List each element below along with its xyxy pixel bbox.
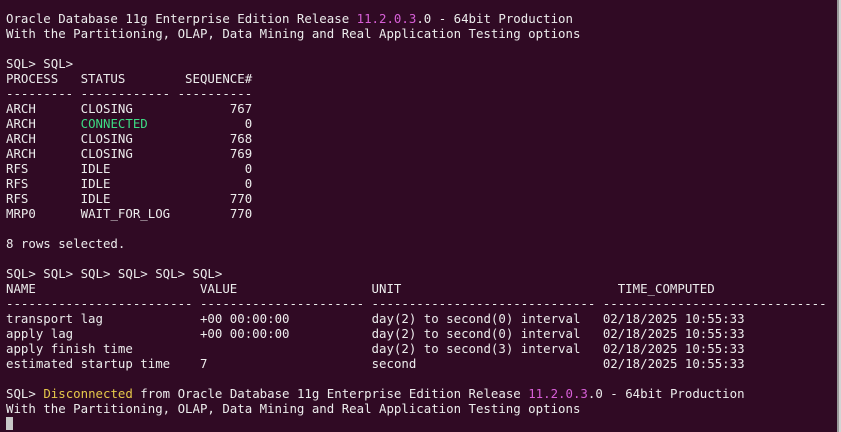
table-row: apply finish time day(2) to second(3) in… [6, 341, 837, 356]
exit-version-number: 11.2.0.3 [528, 386, 588, 401]
value-cell: +00 00:00:00 [199, 311, 290, 326]
sequence-cell: 770 [229, 206, 253, 221]
exit-line-1: SQL> Disconnected from Oracle Database 1… [6, 386, 837, 401]
name-cell: estimated startup time [6, 356, 171, 371]
banner-suffix: .0 - 64bit Production [416, 11, 573, 26]
status-cell: CLOSING [80, 101, 133, 116]
table-row: apply lag +00 00:00:00 day(2) to second(… [6, 326, 837, 341]
result-header-2: NAME VALUE UNIT TIME_COMPUTED [6, 281, 715, 296]
banner-line-2: With the Partitioning, OLAP, Data Mining… [6, 26, 581, 41]
time-cell: 02/18/2025 10:55:33 [602, 326, 745, 341]
table-row: estimated startup time 7 second 02/18/20… [6, 356, 837, 371]
process-cell: ARCH [6, 146, 36, 161]
text-cursor[interactable] [6, 417, 13, 430]
sequence-cell: 0 [244, 116, 253, 131]
value-cell: +00 00:00:00 [199, 326, 290, 341]
sequence-cell: 767 [229, 101, 253, 116]
status-cell: IDLE [80, 191, 111, 206]
rows-selected-footer: 8 rows selected. [6, 236, 126, 251]
status-cell: CONNECTED [80, 116, 148, 131]
table-row: ARCH CLOSING 768 [6, 131, 837, 146]
process-cell: RFS [6, 191, 29, 206]
table-row: ARCH CLOSING 769 [6, 146, 837, 161]
time-cell: 02/18/2025 10:55:33 [602, 356, 745, 371]
time-cell: 02/18/2025 10:55:33 [602, 341, 745, 356]
process-cell: RFS [6, 176, 29, 191]
table-row: RFS IDLE 770 [6, 191, 837, 206]
name-cell: apply finish time [6, 341, 133, 356]
process-cell: ARCH [6, 101, 36, 116]
sql-prompt-exit: SQL> [6, 386, 44, 401]
name-cell: apply lag [6, 326, 74, 341]
banner-text: Oracle Database 11g Enterprise Edition R… [6, 11, 357, 26]
table-row: ARCH CONNECTED 0 [6, 116, 837, 131]
status-cell: CLOSING [80, 131, 133, 146]
cursor-line[interactable] [6, 416, 837, 431]
table-row: RFS IDLE 0 [6, 161, 837, 176]
result-header-1: PROCESS STATUS SEQUENCE# [6, 71, 253, 86]
sequence-cell: 0 [244, 176, 253, 191]
result-separator-2: ------------------------- --------------… [6, 296, 827, 311]
dataguard-stats-table: transport lag +00 00:00:00 day(2) to sec… [6, 311, 837, 371]
process-cell: ARCH [6, 131, 36, 146]
table-row: RFS IDLE 0 [6, 176, 837, 191]
sequence-cell: 768 [229, 131, 253, 146]
unit-cell: day(2) to second(3) interval [371, 341, 581, 356]
unit-cell: day(2) to second(0) interval [371, 326, 581, 341]
status-cell: CLOSING [80, 146, 133, 161]
disconnected-text: Disconnected [43, 386, 133, 401]
name-cell: transport lag [6, 311, 103, 326]
sql-prompt-1: SQL> SQL> [6, 56, 74, 71]
process-cell: RFS [6, 161, 29, 176]
process-cell: MRP0 [6, 206, 36, 221]
unit-cell: second [371, 356, 417, 371]
process-cell: ARCH [6, 116, 36, 131]
sql-prompt-2: SQL> SQL> SQL> SQL> SQL> SQL> [6, 266, 223, 281]
table-row: transport lag +00 00:00:00 day(2) to sec… [6, 311, 837, 326]
exit-line-2: With the Partitioning, OLAP, Data Mining… [6, 401, 581, 416]
banner-line-1: Oracle Database 11g Enterprise Edition R… [6, 11, 837, 26]
version-number: 11.2.0.3 [356, 11, 417, 26]
sequence-cell: 770 [229, 191, 253, 206]
value-cell: 7 [199, 356, 208, 371]
exit-suffix: .0 - 64bit Production [587, 386, 745, 401]
time-cell: 02/18/2025 10:55:33 [602, 311, 745, 326]
process-table: ARCH CLOSING 767 ARCH CONNECTED 0 ARCH CLO… [6, 101, 837, 221]
terminal-window[interactable]: Oracle Database 11g Enterprise Edition R… [0, 0, 839, 432]
sequence-cell: 0 [244, 161, 253, 176]
status-cell: IDLE [80, 161, 111, 176]
status-cell: IDLE [80, 176, 111, 191]
sequence-cell: 769 [229, 146, 253, 161]
unit-cell: day(2) to second(0) interval [371, 311, 581, 326]
table-row: ARCH CLOSING 767 [6, 101, 837, 116]
exit-text: from Oracle Database 11g Enterprise Edit… [132, 386, 529, 401]
status-cell: WAIT_FOR_LOG [80, 206, 171, 221]
result-separator-1: --------- ------------ ---------- [6, 86, 253, 101]
table-row: MRP0 WAIT_FOR_LOG 770 [6, 206, 837, 221]
